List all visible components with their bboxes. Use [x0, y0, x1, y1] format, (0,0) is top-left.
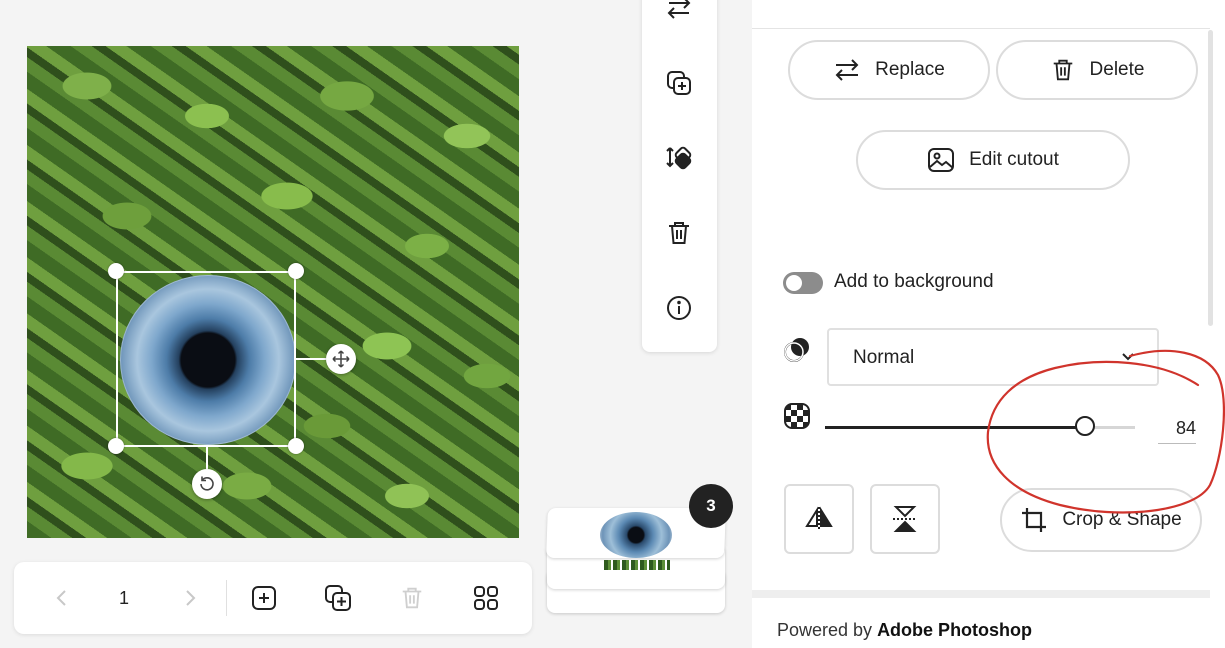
- rotate-connector: [206, 447, 208, 469]
- edit-cutout-button[interactable]: Edit cutout: [856, 130, 1130, 190]
- page-navigation-bar: 1: [14, 562, 532, 634]
- chevron-right-icon: [186, 590, 196, 606]
- opacity-checker-icon: [784, 403, 810, 429]
- swap-button[interactable]: [661, 0, 697, 26]
- resize-handle-top-right[interactable]: [288, 263, 304, 279]
- add-page-icon: [252, 586, 276, 610]
- trash-icon: [1053, 59, 1072, 81]
- flip-vertical-button[interactable]: [870, 484, 940, 554]
- toggle-knob: [786, 275, 802, 291]
- swap-arrows-icon: [835, 59, 859, 81]
- opacity-slider[interactable]: [825, 416, 1135, 436]
- duplicate-icon: [667, 71, 691, 95]
- info-button[interactable]: [661, 290, 697, 326]
- opacity-slider-fill: [825, 426, 1086, 429]
- flip-horizontal-icon: [805, 506, 833, 531]
- image-icon: [928, 148, 955, 172]
- opacity-value-underline: [1158, 443, 1196, 444]
- panel-top-divider: [752, 28, 1210, 29]
- grid-icon: [474, 586, 498, 610]
- resize-handle-bottom-left[interactable]: [108, 438, 124, 454]
- rotate-handle[interactable]: [192, 469, 222, 499]
- blend-mode-icon: [784, 338, 809, 362]
- add-page-button[interactable]: [246, 580, 282, 616]
- move-connector: [296, 358, 326, 360]
- powered-by-footer: Powered by Adobe Photoshop: [777, 620, 1032, 641]
- previous-page-button[interactable]: [44, 580, 80, 616]
- delete-page-button[interactable]: [394, 580, 430, 616]
- resize-handle-bottom-right[interactable]: [288, 438, 304, 454]
- grid-view-button[interactable]: [468, 580, 504, 616]
- crop-shape-label: Crop & Shape: [1062, 509, 1182, 530]
- selection-box[interactable]: [116, 271, 296, 447]
- add-to-background-toggle[interactable]: [783, 272, 823, 294]
- duplicate-page-icon: [325, 585, 351, 611]
- pager-divider: [226, 580, 227, 616]
- opacity-value-input[interactable]: 84: [1158, 418, 1196, 439]
- trash-icon: [402, 587, 422, 609]
- duplicate-button[interactable]: [661, 65, 697, 101]
- resize-handle-top-left[interactable]: [108, 263, 124, 279]
- chevron-left-icon: [56, 590, 66, 606]
- flip-horizontal-button[interactable]: [784, 484, 854, 554]
- swap-arrows-icon: [667, 0, 691, 19]
- arrange-button[interactable]: [661, 140, 697, 176]
- blend-mode-value: Normal: [853, 347, 915, 368]
- move-handle[interactable]: [326, 344, 356, 374]
- delete-label: Delete: [1089, 59, 1145, 80]
- chevron-down-icon: [1122, 353, 1134, 361]
- info-icon: [667, 296, 691, 320]
- rotate-icon: [200, 476, 214, 491]
- add-to-background-label: Add to background: [834, 271, 994, 292]
- next-page-button[interactable]: [172, 580, 208, 616]
- page-thumbnail[interactable]: [600, 512, 672, 558]
- page-number: 1: [118, 587, 129, 608]
- footer-brand: Adobe Photoshop: [877, 620, 1033, 640]
- delete-button[interactable]: Delete: [996, 40, 1198, 100]
- delete-layer-button[interactable]: [661, 215, 697, 251]
- flip-vertical-icon: [893, 506, 917, 532]
- duplicate-page-button[interactable]: [320, 580, 356, 616]
- page-count-badge: 3: [689, 484, 733, 528]
- thumbnail-shrub-strip: [604, 560, 670, 570]
- crop-shape-button[interactable]: Crop & Shape: [1000, 488, 1202, 552]
- arrange-layers-icon: [666, 146, 692, 170]
- panel-scrollbar[interactable]: [1208, 30, 1213, 326]
- move-icon: [332, 350, 350, 368]
- trash-icon: [669, 222, 689, 244]
- object-toolbar: [642, 0, 717, 352]
- replace-label: Replace: [875, 59, 945, 80]
- replace-button[interactable]: Replace: [788, 40, 990, 100]
- blend-mode-dropdown[interactable]: Normal: [827, 328, 1159, 386]
- edit-cutout-label: Edit cutout: [969, 149, 1059, 170]
- footer-prefix: Powered by: [777, 620, 878, 640]
- crop-icon: [1022, 508, 1047, 532]
- panel-footer-divider: [752, 590, 1210, 598]
